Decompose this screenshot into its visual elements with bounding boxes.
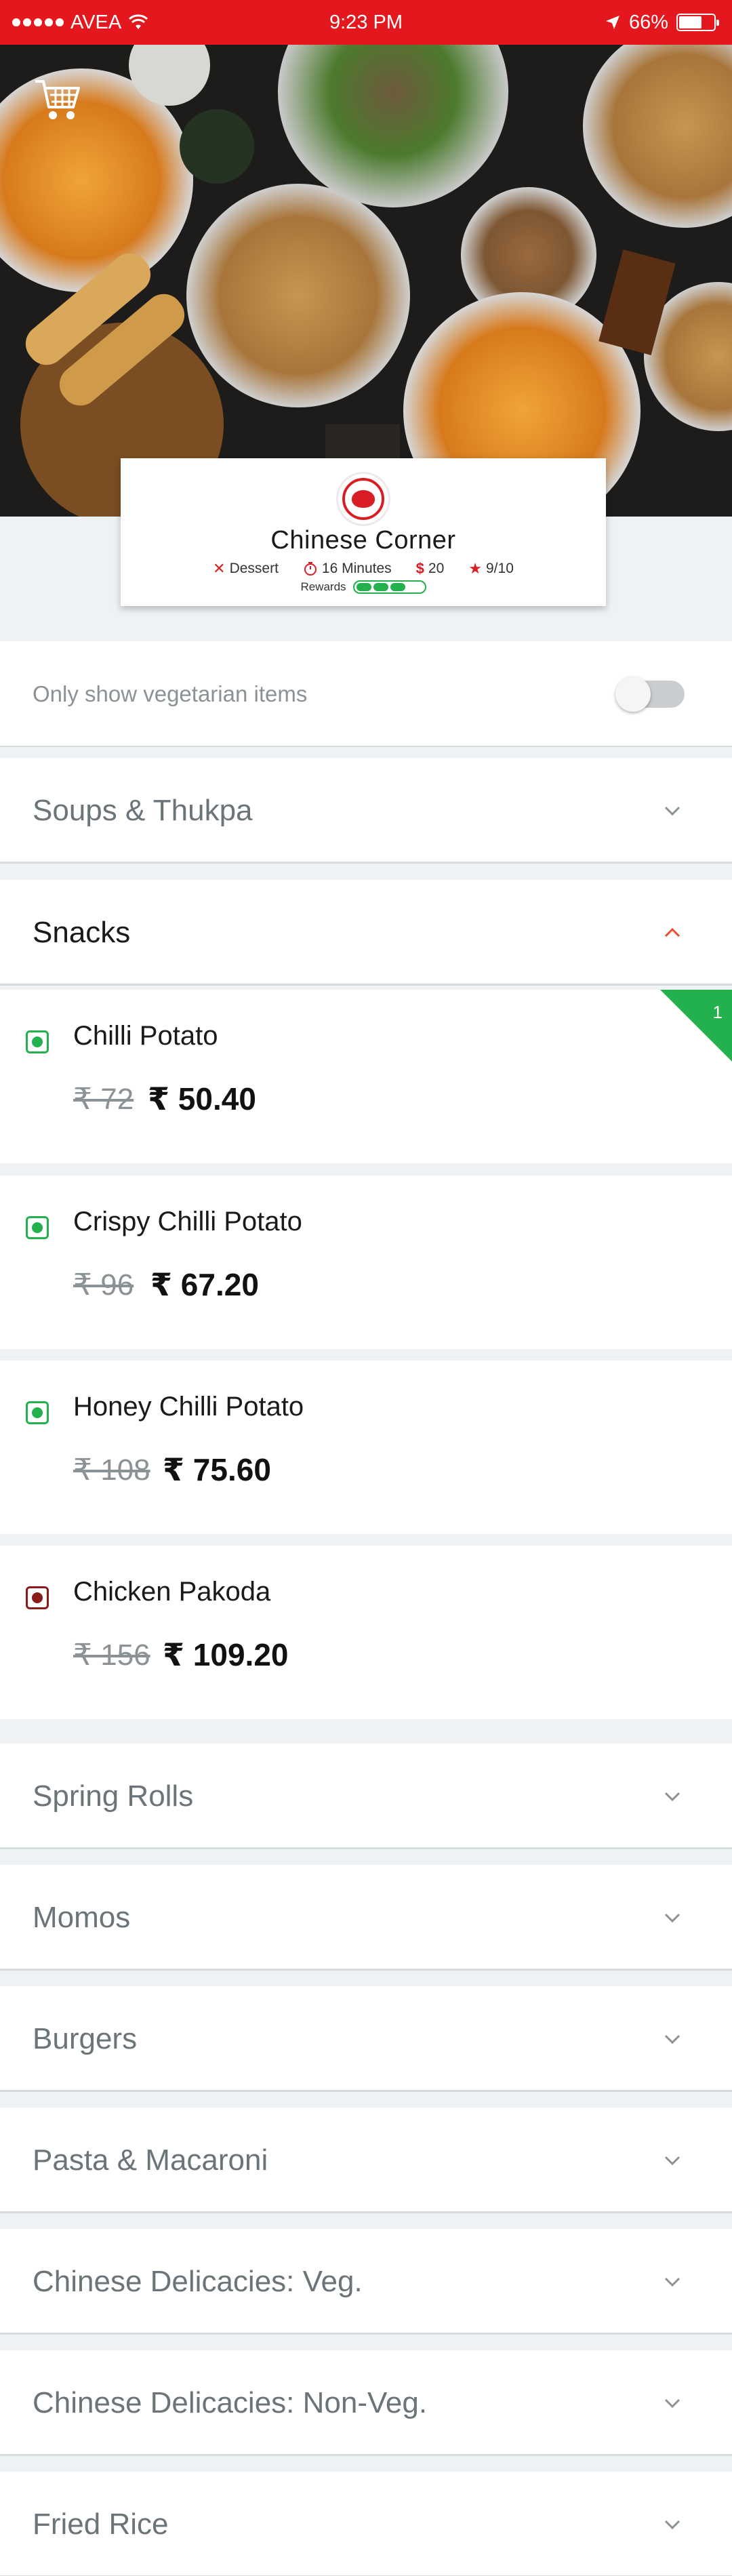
rating-label: 9/10: [486, 561, 514, 576]
item-discounted-price: ₹ 50.40: [148, 1081, 256, 1116]
chevron-down-icon: [664, 1792, 680, 1802]
item-original-price: ₹ 156: [73, 1638, 150, 1672]
cart-button[interactable]: [31, 75, 83, 126]
chevron-down-icon: [664, 806, 680, 816]
restaurant-meta: ✕ Dessert 16 Minutes $ 20 ★ 9/10: [121, 560, 606, 578]
category-label: Spring Rolls: [33, 1779, 194, 1813]
veg-indicator-icon: [26, 1401, 49, 1424]
category-label: Snacks: [33, 916, 131, 949]
item-name: Crispy Chilli Potato: [73, 1207, 302, 1236]
item-original-price: ₹ 72: [73, 1083, 134, 1116]
battery-fill: [679, 16, 702, 28]
location-arrow-icon: [605, 16, 619, 29]
shopping-cart-icon: [35, 80, 80, 119]
cuisine-label: Dessert: [229, 561, 279, 576]
delivery-time-label: 16 Minutes: [321, 561, 392, 576]
chevron-down-icon: [664, 2398, 680, 2409]
menu-item[interactable]: Chilli Potato ₹ 72 ₹ 50.40 1: [0, 990, 732, 1163]
veg-indicator-icon: [26, 1216, 49, 1239]
chevron-down-icon: [664, 2034, 680, 2045]
veg-indicator-icon: [26, 1030, 49, 1053]
veg-filter-toggle[interactable]: [615, 677, 685, 712]
item-discounted-price: ₹ 75.60: [163, 1452, 271, 1487]
stopwatch-icon: [304, 562, 317, 576]
chevron-down-icon: [664, 2277, 680, 2287]
item-discounted-price: ₹ 67.20: [150, 1267, 259, 1302]
food-photo: [0, 45, 732, 517]
category-label: Pasta & Macaroni: [33, 2144, 268, 2177]
category-momos[interactable]: Momos: [0, 1865, 732, 1971]
chevron-down-icon: [664, 2156, 680, 2166]
rewards-segment: [373, 583, 388, 591]
category-soups-thukpa[interactable]: Soups & Thukpa: [0, 758, 732, 864]
chevron-up-icon: [664, 927, 680, 938]
category-spring-rolls[interactable]: Spring Rolls: [0, 1744, 732, 1849]
status-bar: AVEA 9:23 PM 66%: [0, 0, 732, 45]
item-name: Chilli Potato: [73, 1021, 218, 1051]
delivery-time: 16 Minutes: [303, 561, 392, 577]
cutlery-icon: ✕: [213, 560, 226, 577]
category-label: Burgers: [33, 2022, 138, 2055]
item-name: Honey Chilli Potato: [73, 1392, 304, 1422]
hero-food-image: [0, 45, 732, 517]
category-chinese-delicacies-veg[interactable]: Chinese Delicacies: Veg.: [0, 2229, 732, 2335]
category-pasta-macaroni[interactable]: Pasta & Macaroni: [0, 2108, 732, 2213]
menu-item[interactable]: Honey Chilli Potato ₹ 108 ₹ 75.60: [0, 1361, 732, 1534]
item-original-price: ₹ 96: [73, 1268, 134, 1302]
category-label: Fried Rice: [33, 2508, 169, 2541]
restaurant-logo: [336, 472, 390, 526]
battery-icon: [676, 14, 719, 31]
item-original-price: ₹ 108: [73, 1453, 150, 1487]
rating: ★ 9/10: [468, 560, 514, 578]
dollar-icon: $: [415, 560, 424, 577]
menu-item[interactable]: Crispy Chilli Potato ₹ 96 ₹ 67.20: [0, 1175, 732, 1349]
restaurant-name: Chinese Corner: [270, 526, 456, 555]
min-order-label: 20: [428, 561, 445, 576]
min-order: $ 20: [416, 560, 445, 578]
quantity-badge: [660, 990, 732, 1062]
category-label: Momos: [33, 1901, 131, 1934]
category-label: Chinese Delicacies: Non-Veg.: [33, 2386, 428, 2419]
rewards-progress-bar: [352, 580, 426, 594]
non-veg-indicator-icon: [26, 1586, 49, 1609]
chevron-down-icon: [664, 2520, 680, 2530]
rewards-segment: [390, 583, 405, 591]
battery-percent: 66%: [628, 11, 668, 33]
cuisine-tag: ✕ Dessert: [213, 560, 279, 578]
rewards-segment: [356, 583, 371, 591]
category-chinese-delicacies-non-veg[interactable]: Chinese Delicacies: Non-Veg.: [0, 2350, 732, 2456]
chevron-down-icon: [664, 1913, 680, 1923]
toggle-knob: [615, 677, 651, 712]
status-right: 66%: [605, 0, 719, 45]
quantity-count: 1: [712, 1002, 723, 1022]
category-label: Soups & Thukpa: [33, 794, 253, 827]
category-burgers[interactable]: Burgers: [0, 1986, 732, 2092]
restaurant-info-card: Chinese Corner ✕ Dessert 16 Minutes $ 20…: [121, 458, 606, 606]
item-name: Chicken Pakoda: [73, 1577, 271, 1607]
item-discounted-price: ₹ 109.20: [163, 1637, 289, 1672]
rewards-label: Rewards: [300, 580, 346, 593]
category-label: Chinese Delicacies: Veg.: [33, 2265, 363, 2298]
rewards-indicator: Rewards: [121, 580, 606, 594]
menu-item[interactable]: Chicken Pakoda ₹ 156 ₹ 109.20: [0, 1546, 732, 1719]
category-snacks[interactable]: Snacks: [0, 880, 732, 986]
star-icon: ★: [468, 560, 482, 577]
category-fried-rice[interactable]: Fried Rice: [0, 2472, 732, 2576]
veg-filter-label: Only show vegetarian items: [33, 681, 308, 706]
veg-filter-row: Only show vegetarian items: [0, 641, 732, 747]
